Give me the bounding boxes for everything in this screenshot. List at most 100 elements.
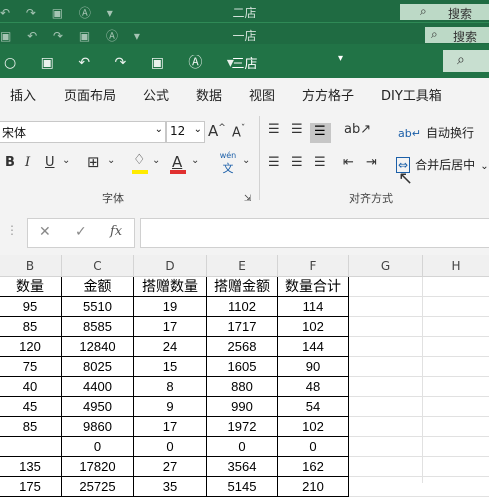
- align-bottom-button[interactable]: ☰: [310, 123, 331, 143]
- font-color-button[interactable]: A: [172, 153, 182, 171]
- column-header-b[interactable]: B: [0, 255, 62, 277]
- bold-button[interactable]: B: [5, 155, 15, 170]
- chevron-down-icon[interactable]: ⌄: [191, 155, 199, 166]
- tab-formulas[interactable]: 公式: [143, 85, 169, 104]
- column-header-h[interactable]: H: [423, 255, 489, 277]
- table-cell[interactable]: 1972: [207, 417, 278, 437]
- table-cell[interactable]: 114: [278, 297, 349, 317]
- table-cell[interactable]: 15: [134, 357, 207, 377]
- font-size-select[interactable]: 12 ⌄: [166, 121, 205, 143]
- table-cell[interactable]: 5145: [207, 477, 278, 497]
- table-cell[interactable]: 162: [278, 457, 349, 477]
- table-cell[interactable]: 102: [278, 317, 349, 337]
- table-cell[interactable]: 27: [134, 457, 207, 477]
- align-left-icon[interactable]: ☰: [268, 155, 280, 170]
- table-cell[interactable]: 12840: [62, 337, 134, 357]
- increase-indent-icon[interactable]: ⇥: [366, 155, 377, 170]
- table-cell[interactable]: 90: [278, 357, 349, 377]
- tab-diy-toolbox[interactable]: DIY工具箱: [381, 85, 442, 104]
- underline-button[interactable]: U: [45, 155, 55, 170]
- table-cell[interactable]: 144: [278, 337, 349, 357]
- table-cell[interactable]: 990: [207, 397, 278, 417]
- dialog-launcher-icon[interactable]: ⇲: [244, 194, 252, 204]
- font-name-select[interactable]: 宋体 ⌄: [0, 121, 166, 143]
- table-cell[interactable]: 4400: [62, 377, 134, 397]
- increase-font-button[interactable]: A^: [208, 122, 226, 140]
- phonetic-button[interactable]: wén 文: [216, 151, 240, 177]
- chevron-down-icon[interactable]: ⌄: [152, 155, 160, 166]
- table-cell[interactable]: 95: [0, 297, 62, 317]
- search-box[interactable]: ⌕: [443, 50, 489, 72]
- chevron-down-icon[interactable]: ⌄: [242, 155, 250, 166]
- table-cell[interactable]: 40: [0, 377, 62, 397]
- column-header-c[interactable]: C: [62, 255, 134, 277]
- table-header-cell[interactable]: 搭赠数量: [134, 277, 207, 297]
- table-cell[interactable]: 1102: [207, 297, 278, 317]
- column-header-e[interactable]: E: [207, 255, 278, 277]
- table-cell[interactable]: 5510: [62, 297, 134, 317]
- table-header-cell[interactable]: 数量: [0, 277, 62, 297]
- column-header-g[interactable]: G: [349, 255, 423, 277]
- chevron-down-icon[interactable]: ▾: [338, 53, 343, 64]
- table-cell[interactable]: 135: [0, 457, 62, 477]
- chevron-down-icon[interactable]: ⌄: [107, 155, 115, 166]
- table-cell[interactable]: 17: [134, 317, 207, 337]
- table-cell[interactable]: 24: [134, 337, 207, 357]
- table-cell[interactable]: 85: [0, 417, 62, 437]
- align-top-icon[interactable]: ☰: [268, 122, 280, 137]
- table-cell[interactable]: 0: [62, 437, 134, 457]
- table-header-cell[interactable]: 搭赠金额: [207, 277, 278, 297]
- align-right-icon[interactable]: ☰: [314, 155, 326, 170]
- table-header-cell[interactable]: 数量合计: [278, 277, 349, 297]
- table-cell[interactable]: 210: [278, 477, 349, 497]
- drag-handle-icon[interactable]: ⋮: [6, 223, 18, 237]
- table-cell[interactable]: 8585: [62, 317, 134, 337]
- table-cell[interactable]: 85: [0, 317, 62, 337]
- column-header-f[interactable]: F: [278, 255, 349, 277]
- align-middle-icon[interactable]: ☰: [291, 122, 303, 137]
- table-cell[interactable]: 2568: [207, 337, 278, 357]
- tab-fangfange[interactable]: 方方格子: [302, 85, 354, 104]
- tab-view[interactable]: 视图: [249, 85, 275, 104]
- insert-function-button[interactable]: fx: [110, 224, 122, 239]
- table-cell[interactable]: 0: [134, 437, 207, 457]
- search-box[interactable]: ⌕ 搜索: [400, 4, 489, 21]
- table-header-cell[interactable]: 金额: [62, 277, 134, 297]
- table-cell[interactable]: 120: [0, 337, 62, 357]
- table-cell[interactable]: 9: [134, 397, 207, 417]
- tab-data[interactable]: 数据: [196, 85, 222, 104]
- table-cell[interactable]: 75: [0, 357, 62, 377]
- table-cell[interactable]: 25725: [62, 477, 134, 497]
- table-cell[interactable]: 4950: [62, 397, 134, 417]
- table-cell[interactable]: 45: [0, 397, 62, 417]
- table-cell[interactable]: 9860: [62, 417, 134, 437]
- table-cell[interactable]: 17: [134, 417, 207, 437]
- tab-insert[interactable]: 插入: [10, 85, 36, 104]
- table-cell[interactable]: 48: [278, 377, 349, 397]
- tab-page-layout[interactable]: 页面布局: [64, 85, 116, 104]
- table-cell[interactable]: 102: [278, 417, 349, 437]
- table-cell[interactable]: [0, 437, 62, 457]
- table-cell[interactable]: 1605: [207, 357, 278, 377]
- borders-icon[interactable]: ⊞: [87, 153, 100, 171]
- table-cell[interactable]: 35: [134, 477, 207, 497]
- table-cell[interactable]: 3564: [207, 457, 278, 477]
- table-cell[interactable]: 19: [134, 297, 207, 317]
- italic-button[interactable]: I: [25, 155, 30, 170]
- table-cell[interactable]: 17820: [62, 457, 134, 477]
- decrease-indent-icon[interactable]: ⇤: [343, 155, 354, 170]
- column-header-d[interactable]: D: [134, 255, 207, 277]
- enter-icon[interactable]: ✓: [75, 224, 87, 240]
- search-box[interactable]: ⌕ 搜索: [425, 27, 489, 44]
- decrease-font-button[interactable]: Aˇ: [232, 124, 245, 140]
- chevron-down-icon[interactable]: ⌄: [62, 155, 70, 166]
- table-cell[interactable]: 8: [134, 377, 207, 397]
- wrap-text-button[interactable]: ab↵ 自动换行: [398, 122, 474, 141]
- table-cell[interactable]: 54: [278, 397, 349, 417]
- table-cell[interactable]: 880: [207, 377, 278, 397]
- formula-input[interactable]: [140, 218, 489, 248]
- align-center-icon[interactable]: ☰: [291, 155, 303, 170]
- fill-color-icon[interactable]: ♢: [133, 152, 146, 168]
- table-cell[interactable]: 0: [278, 437, 349, 457]
- table-cell[interactable]: 1717: [207, 317, 278, 337]
